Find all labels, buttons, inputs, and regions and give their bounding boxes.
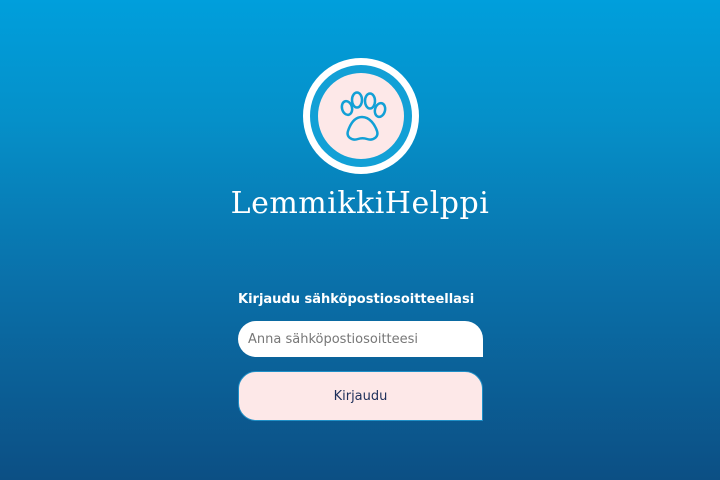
email-label: Kirjaudu sähköpostiosoitteellasi [238,292,475,307]
logo-ring [310,65,412,167]
login-button[interactable]: Kirjaudu [238,371,483,421]
login-form: Kirjaudu sähköpostiosoitteellasi Kirjaud… [238,292,483,421]
app-title: LemmikkiHelppi [230,186,490,221]
email-field[interactable] [238,321,483,357]
paw-icon [340,91,387,141]
logo-badge [318,73,404,159]
app-logo [303,58,419,174]
